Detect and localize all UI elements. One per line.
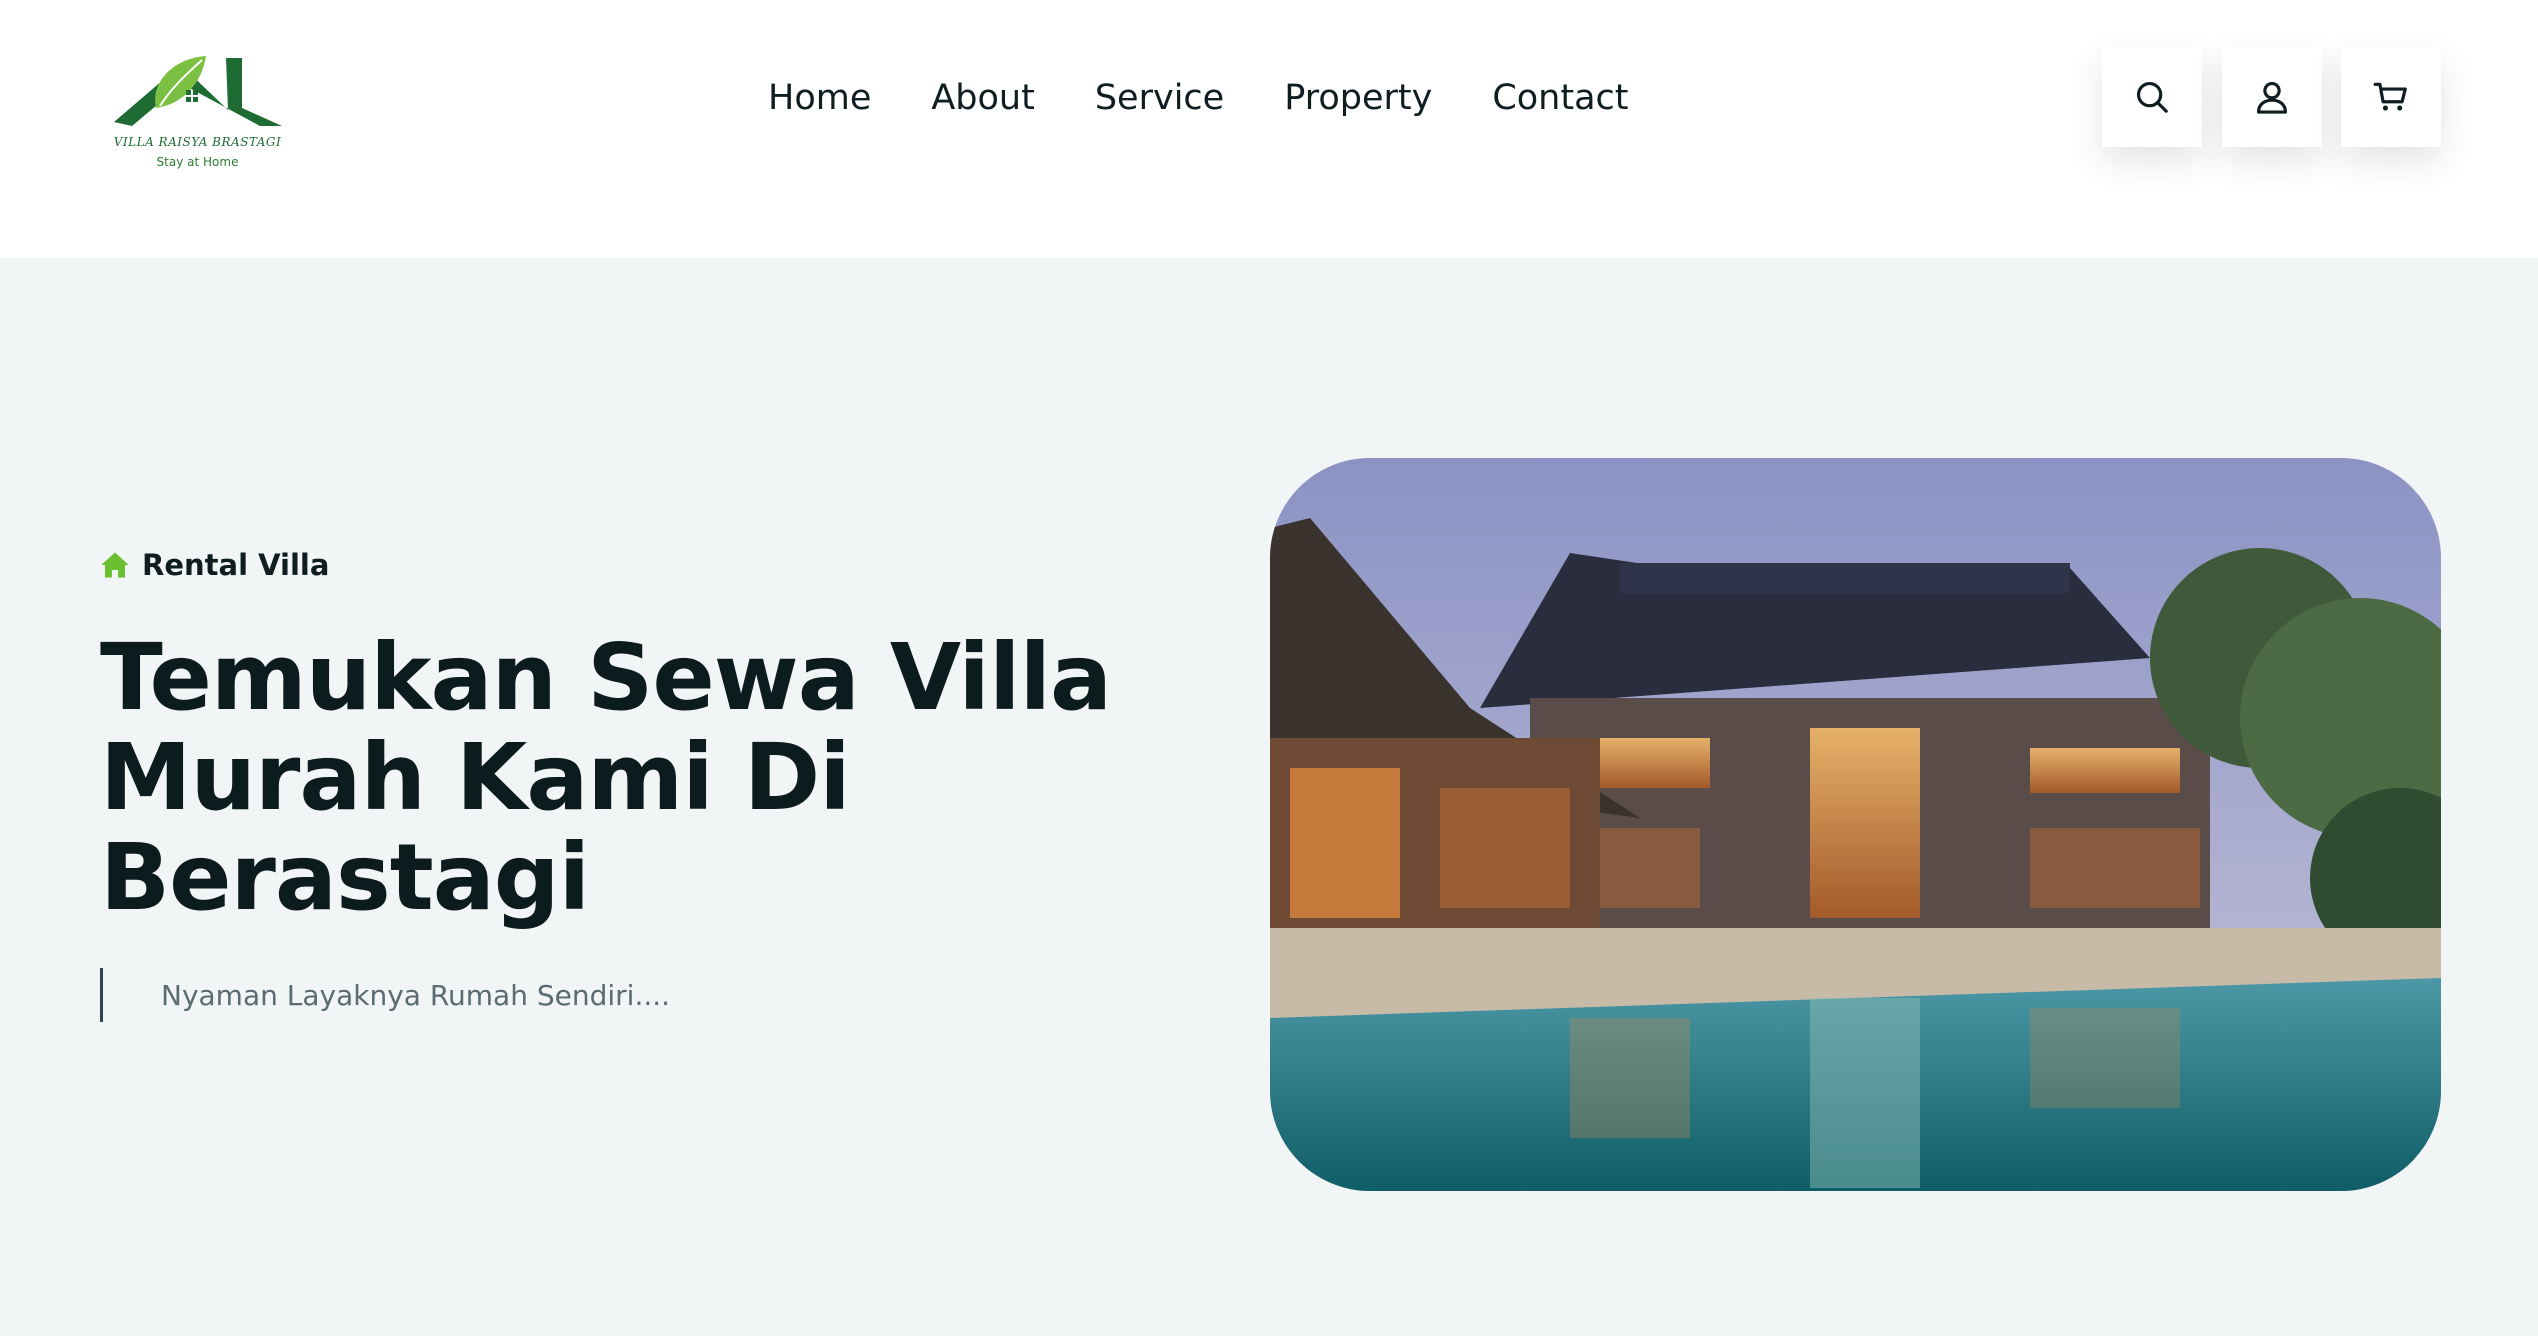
hero-image [1270, 458, 2441, 1191]
hero-section: Rental Villa Temukan Sewa Villa Murah Ka… [0, 258, 2538, 1336]
logo-house-icon [114, 56, 282, 126]
nav-about[interactable]: About [931, 78, 1034, 118]
main-nav: Home About Service Property Contact [768, 68, 1628, 128]
hero-title: Temukan Sewa Villa Murah Kami Di Berasta… [100, 624, 1112, 931]
hero-badge-label: Rental Villa [142, 548, 330, 582]
home-icon [101, 552, 129, 578]
brand-logo[interactable]: VILLA RAISYA BRASTAGI Stay at Home [110, 52, 285, 177]
account-button[interactable] [2222, 47, 2322, 147]
nav-contact[interactable]: Contact [1492, 78, 1628, 118]
nav-home[interactable]: Home [768, 78, 871, 118]
logo-tagline: Stay at Home [156, 155, 239, 169]
site-header: VILLA RAISYA BRASTAGI Stay at Home Home … [0, 0, 2538, 258]
logo-name: VILLA RAISYA BRASTAGI [113, 135, 282, 149]
search-button[interactable] [2102, 47, 2202, 147]
cart-icon [2373, 82, 2407, 111]
nav-service[interactable]: Service [1095, 78, 1224, 118]
hero-subtitle: Nyaman Layaknya Rumah Sendiri.... [100, 968, 670, 1022]
villa-pool-photo [1270, 458, 2441, 1191]
hero-subtitle-text: Nyaman Layaknya Rumah Sendiri.... [161, 978, 671, 1012]
cart-button[interactable] [2341, 47, 2441, 147]
user-icon [2256, 81, 2288, 114]
search-icon [2136, 81, 2168, 113]
hero-badge: Rental Villa [100, 548, 329, 582]
nav-property[interactable]: Property [1284, 78, 1432, 118]
